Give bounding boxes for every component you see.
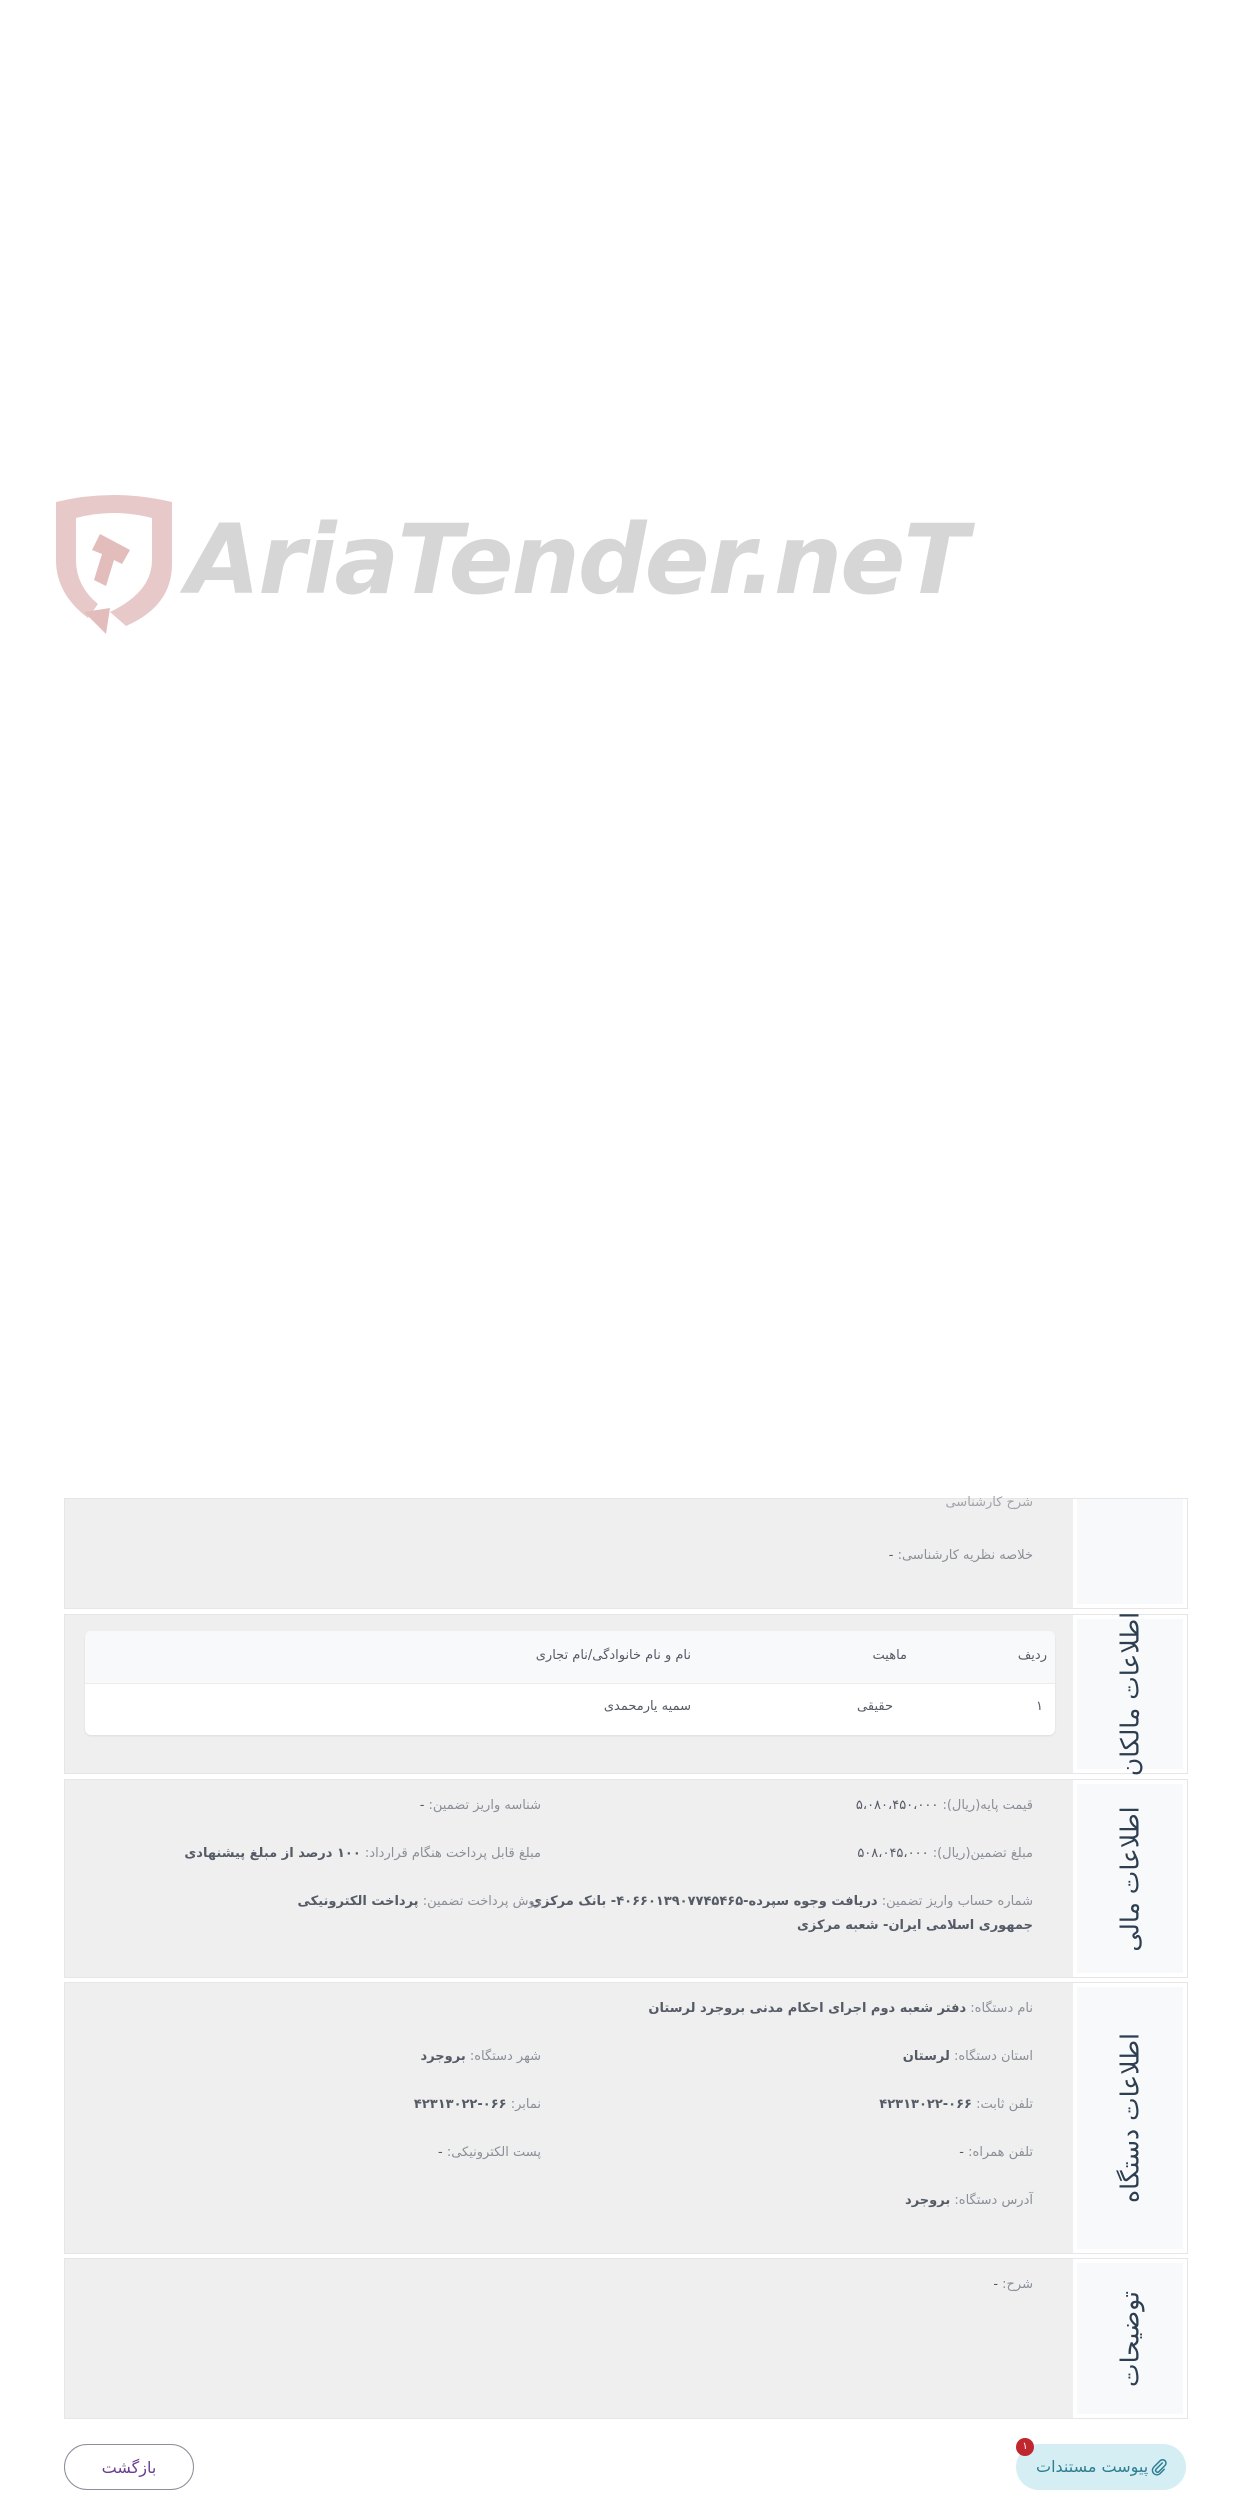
account-number-value-line2: جمهوری اسلامی ایران- شعبه مرکزی (796, 1918, 1033, 1933)
agency-mobile-label: تلفن همراه: (968, 2145, 1033, 2160)
shield-logo-icon (56, 495, 172, 634)
agency-address-label: آدرس دستگاه: (954, 2193, 1033, 2208)
agency-name-label: نام دستگاه: (970, 2001, 1033, 2016)
col-name: نام و نام خانوادگی/نام تجاری (535, 1648, 691, 1663)
logo-text: AriaTender.neT (186, 504, 969, 616)
owners-table-header: ردیف ماهیت نام و نام خانوادگی/نام تجاری (85, 1631, 1055, 1684)
account-number-label: شماره حساب واریز تضمین: (881, 1894, 1033, 1909)
payment-method-field: روش پرداخت تضمین: پرداخت الکترونیکی (298, 1894, 541, 1909)
agency-name-value: دفتر شعبه دوم اجرای احکام مدنی بروجرد لر… (648, 2001, 967, 2016)
agency-city-field: شهر دستگاه: بروجرد (421, 2049, 541, 2064)
agency-mobile-field: تلفن همراه: - (959, 2145, 1033, 2160)
attachments-label: پیوست مستندات (1036, 2457, 1149, 2476)
agency-province-label: استان دستگاه: (953, 2049, 1033, 2064)
guarantee-id-field: شناسه واریز تضمین: - (420, 1798, 541, 1813)
owners-section: اطلاعات مالکان ردیف ماهیت نام و نام خانو… (64, 1611, 1188, 1777)
agency-province-value: لرستان (902, 2049, 950, 2064)
notes-section: توضیحات شرح: - (64, 2258, 1188, 2419)
agency-phone-value: ۰۶۶-۴۲۳۱۳۰۲۲ (879, 2097, 972, 2112)
expert-summary-value: - (888, 1548, 894, 1563)
agency-phone-label: تلفن ثابت: (976, 2097, 1033, 2112)
name-cell: سمیه یارمحمدی (603, 1699, 691, 1714)
notes-desc-value: - (993, 2277, 999, 2292)
agency-mobile-value: - (959, 2145, 964, 2160)
agency-email-field: پست الکترونیکی: - (438, 2145, 541, 2160)
agency-city-label: شهر دستگاه: (469, 2049, 541, 2064)
notes-desc-label: شرح: (1002, 2277, 1033, 2292)
type-cell: حقیقی (857, 1699, 893, 1714)
guarantee-id-value: - (419, 1798, 425, 1813)
agency-fax-field: نمابر: ۰۶۶-۴۲۳۱۳۰۲۲ (414, 2097, 541, 2112)
payable-amount-value: ۱۰۰ درصد از مبلغ پیشنهادی (184, 1846, 361, 1861)
agency-city-value: بروجرد (420, 2049, 466, 2064)
financial-sidebar: اطلاعات مالی (1073, 1780, 1187, 1977)
owners-sidebar: اطلاعات مالکان (1073, 1611, 1187, 1777)
expert-opinion-section: شرح کارشناسی خلاصه نظریه کارشناسی: - (64, 1495, 1188, 1609)
owners-title: اطلاعات مالکان (1115, 1611, 1145, 1777)
agency-title: اطلاعات دستگاه (1115, 2033, 1145, 2203)
guarantee-amount-value: ۵۰۸،۰۴۵،۰۰۰ (857, 1846, 929, 1861)
col-row-number: ردیف (1017, 1648, 1047, 1663)
agency-fax-label: نمابر: (510, 2097, 541, 2112)
guarantee-amount-label: مبلغ تضمین(ریال): (932, 1846, 1033, 1861)
agency-address-value: بروجرد (905, 2193, 951, 2208)
agency-phone-field: تلفن ثابت: ۰۶۶-۴۲۳۱۳۰۲۲ (879, 2097, 1033, 2112)
agency-address-field: آدرس دستگاه: بروجرد (905, 2193, 1033, 2208)
financial-section: اطلاعات مالی قیمت پایه(ریال): ۵،۰۸۰،۴۵۰،… (64, 1779, 1188, 1978)
expert-partial-label: شرح کارشناسی (945, 1495, 1033, 1510)
account-number-field-line2: جمهوری اسلامی ایران- شعبه مرکزی (797, 1918, 1033, 1933)
notes-sidebar: توضیحات (1073, 2259, 1187, 2418)
base-price-value: ۵،۰۸۰،۴۵۰،۰۰۰ (855, 1798, 939, 1813)
notes-desc-field: شرح: - (993, 2277, 1033, 2292)
ariatender-logo: AriaTender.neT (48, 494, 969, 644)
expert-opinion-sidebar (1073, 1499, 1187, 1608)
agency-fax-value: ۰۶۶-۴۲۳۱۳۰۲۲ (413, 2097, 507, 2112)
payment-method-label: روش پرداخت تضمین: (422, 1894, 541, 1909)
payment-method-value: پرداخت الکترونیکی (297, 1894, 419, 1909)
notes-title: توضیحات (1115, 2290, 1145, 2387)
expert-summary-field: خلاصه نظریه کارشناسی: - (889, 1548, 1033, 1563)
agency-sidebar: اطلاعات دستگاه (1073, 1983, 1187, 2253)
expert-summary-label: خلاصه نظریه کارشناسی: (897, 1548, 1033, 1563)
back-button[interactable]: بازگشت (64, 2444, 194, 2490)
account-number-field: شماره حساب واریز تضمین: دریافت وجوه سپرد… (530, 1894, 1033, 1909)
owners-table: ردیف ماهیت نام و نام خانوادگی/نام تجاری … (85, 1631, 1055, 1735)
agency-email-label: پست الکترونیکی: (446, 2145, 541, 2160)
paperclip-icon (1151, 2458, 1167, 2476)
attachments-button[interactable]: پیوست مستندات (1016, 2444, 1186, 2490)
col-type: ماهیت (872, 1648, 907, 1663)
agency-section: اطلاعات دستگاه نام دستگاه: دفتر شعبه دوم… (64, 1982, 1188, 2254)
row-number-cell: ۱ (1036, 1699, 1043, 1714)
account-number-value: دریافت وجوه سپرده-۴۰۶۶۰۱۳۹۰۷۷۴۵۴۶۵- بانک… (530, 1894, 878, 1909)
financial-title: اطلاعات مالی (1115, 1805, 1145, 1952)
attachments-count-badge: ۱ (1016, 2438, 1034, 2456)
payable-amount-label: مبلغ قابل پرداخت هنگام قرارداد: (364, 1846, 541, 1861)
guarantee-amount-field: مبلغ تضمین(ریال): ۵۰۸،۰۴۵،۰۰۰ (857, 1846, 1033, 1861)
agency-province-field: استان دستگاه: لرستان (903, 2049, 1033, 2064)
guarantee-id-label: شناسه واریز تضمین: (428, 1798, 541, 1813)
back-label: بازگشت (101, 2458, 157, 2477)
agency-name-field: نام دستگاه: دفتر شعبه دوم اجرای احکام مد… (648, 2001, 1033, 2016)
payable-amount-field: مبلغ قابل پرداخت هنگام قرارداد: ۱۰۰ درصد… (184, 1846, 541, 1861)
base-price-field: قیمت پایه(ریال): ۵،۰۸۰،۴۵۰،۰۰۰ (856, 1798, 1033, 1813)
base-price-label: قیمت پایه(ریال): (942, 1798, 1033, 1813)
agency-email-value: - (437, 2145, 443, 2160)
